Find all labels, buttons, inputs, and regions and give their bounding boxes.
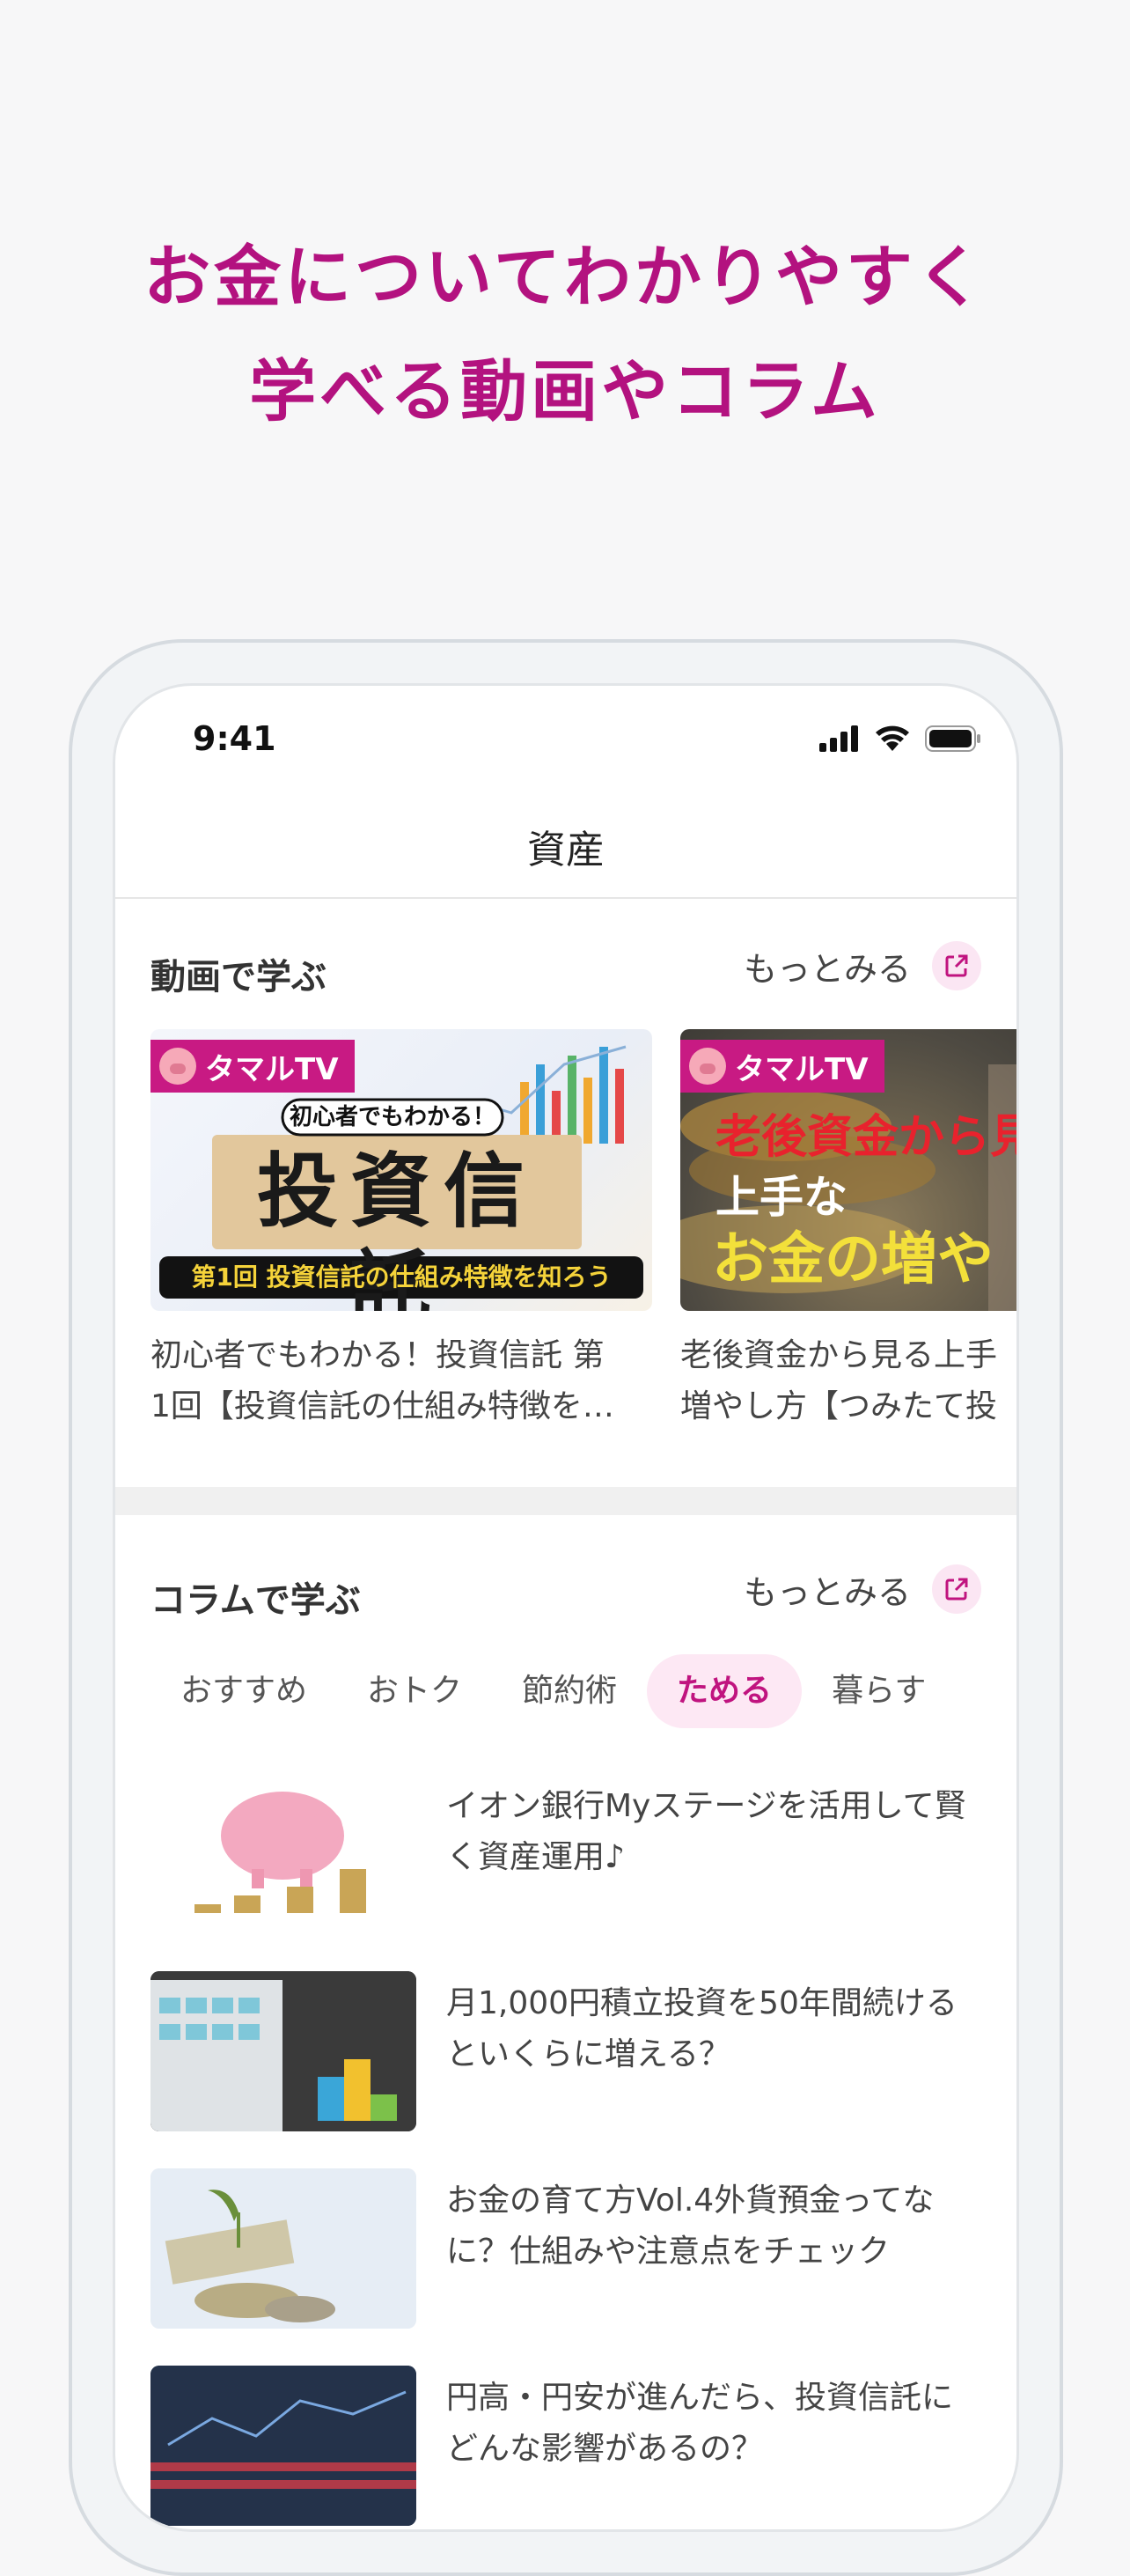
nav-divider (115, 897, 1016, 899)
article-image (150, 1774, 416, 1934)
video-card[interactable]: タマルTV 老後資金から見 上手な お金の増や 老後資金から見る上手 増やし方【… (680, 1029, 1019, 1432)
status-time: 9:41 (193, 719, 276, 758)
video-caption-line2: 増やし方【つみたて投 (680, 1388, 998, 1424)
article-image (150, 1971, 416, 2131)
tamaru-tv-label: タマルTV (205, 1051, 339, 1087)
article-item[interactable]: お金の育て方Vol.4外貨預金ってなに？仕組みや注意点をチェック (150, 2168, 987, 2329)
external-link-icon (932, 941, 981, 990)
article-title: お金の育て方Vol.4外貨預金ってなに？仕組みや注意点をチェック (446, 2182, 935, 2270)
tab-living[interactable]: 暮らす (802, 1654, 956, 1728)
article-item[interactable]: 円高・円安が進んだら、投資信託にどんな影響があるの？ (150, 2366, 987, 2526)
phone-screen: 9:41 資産 動画で学ぶ もっとみる タマルTV 初心者でもわかる！ 投資信託… (113, 683, 1019, 2532)
article-item[interactable]: 月1,000円積立投資を50年間続けるといくらに増える？ (150, 1971, 987, 2131)
hero-headline-line1: お金についてわかりやすく (143, 238, 987, 316)
video-caption-line2: 1回【投資信託の仕組み特徴を… (150, 1388, 614, 1424)
piggy-bank-image (194, 1792, 366, 1913)
external-link-icon (932, 1564, 981, 1614)
article-title: 円高・円安が進んだら、投資信託にどんな影響があるの？ (446, 2380, 954, 2467)
video-more-link[interactable]: もっとみる (744, 941, 981, 990)
article-title: 月1,000円積立投資を50年間続けるといくらに増える？ (446, 1985, 958, 2072)
tab-recommended[interactable]: おすすめ (150, 1654, 337, 1728)
calculator-image (150, 1971, 416, 2131)
flag-chart-image (150, 2366, 416, 2526)
video-section-header: 動画で学ぶ もっとみる (150, 941, 981, 997)
video-caption: 老後資金から見る上手 増やし方【つみたて投 (680, 1330, 1016, 1432)
video-thumbnail: タマルTV 初心者でもわかる！ 投資信託 第1回 投資信託の仕組み特徴を知ろう (150, 1029, 652, 1311)
coins-sprout-image (150, 2168, 416, 2329)
thumbnail-footer-text: 第1回 投資信託の仕組み特徴を知ろう (191, 1262, 612, 1292)
status-bar: 9:41 (115, 686, 1016, 791)
tab-saving-tips[interactable]: 節約術 (492, 1654, 647, 1728)
video-caption-line1: 初心者でもわかる！投資信託 第 (150, 1337, 605, 1373)
tamaru-tv-label: タマルTV (735, 1051, 869, 1087)
column-section-title: コラムで学ぶ (150, 1580, 361, 1621)
column-more-label: もっとみる (743, 1572, 911, 1612)
video-more-label: もっとみる (743, 949, 911, 989)
tab-deals[interactable]: おトク (337, 1654, 492, 1728)
column-category-tabs: おすすめ おトク 節約術 ためる 暮らす (150, 1654, 956, 1728)
column-section-header: コラムで学ぶ もっとみる (150, 1564, 981, 1621)
thumbnail-tag: 初心者でもわかる！ (289, 1104, 495, 1130)
pig-icon (159, 1048, 196, 1085)
tab-save-money[interactable]: ためる (647, 1654, 803, 1728)
tamaru-tv-badge: タマルTV (150, 1040, 355, 1093)
video-thumbnail: タマルTV 老後資金から見 上手な お金の増や (680, 1029, 1019, 1311)
article-image (150, 2366, 416, 2526)
thumbnail-line3: お金の増や (712, 1227, 994, 1292)
thumbnail-line1: 老後資金から見 (715, 1111, 1019, 1164)
article-title: イオン銀行Myステージを活用して賢く資産運用♪ (446, 1788, 966, 1875)
video-caption: 初心者でもわかる！投資信託 第 1回【投資信託の仕組み特徴を… (150, 1330, 652, 1432)
hero-headline-line2: 学べる動画やコラム (249, 352, 881, 431)
thumbnail-line2: 上手な (715, 1172, 848, 1223)
video-section-title: 動画で学ぶ (150, 957, 327, 997)
status-icons (819, 725, 981, 756)
article-image (150, 2168, 416, 2329)
nav-title: 資産 (527, 828, 605, 872)
article-item[interactable]: イオン銀行Myステージを活用して賢く資産運用♪ (150, 1774, 987, 1934)
video-card[interactable]: タマルTV 初心者でもわかる！ 投資信託 第1回 投資信託の仕組み特徴を知ろう … (150, 1029, 652, 1432)
hero-headline: お金についてわかりやすく 学べる動画やコラム (0, 220, 1130, 449)
tamaru-tv-badge: タマルTV (680, 1040, 884, 1093)
battery-icon (925, 725, 981, 755)
video-caption-line1: 老後資金から見る上手 (680, 1337, 998, 1373)
wifi-icon (874, 725, 911, 756)
column-more-link[interactable]: もっとみる (744, 1564, 981, 1614)
signal-icon (819, 725, 860, 755)
section-separator (115, 1487, 1016, 1515)
pig-icon (689, 1048, 726, 1085)
